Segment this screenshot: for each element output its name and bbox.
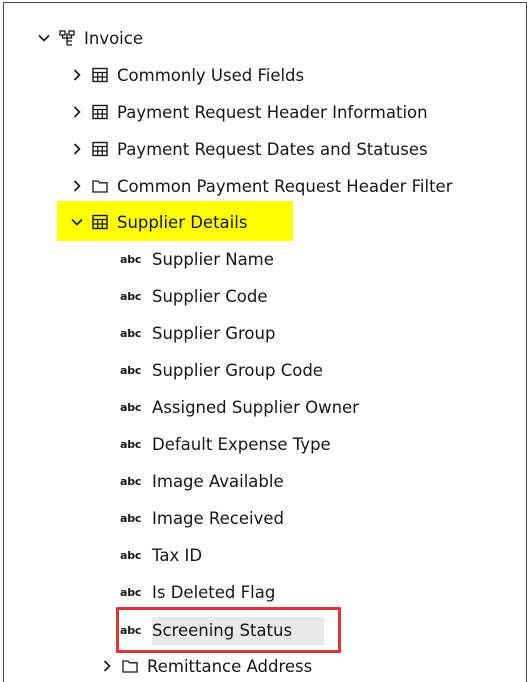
string-type-icon: abc	[120, 252, 142, 266]
tree-node-commonly-used-fields[interactable]: Commonly Used Fields	[70, 62, 304, 88]
tree-node-payment-request-header-information[interactable]: Payment Request Header Information	[70, 99, 428, 125]
tree-node-label: Common Payment Request Header Filter	[117, 176, 453, 196]
field-is-deleted-flag[interactable]: abc Is Deleted Flag	[120, 579, 275, 605]
string-type-icon: abc	[120, 326, 142, 340]
string-type-icon: abc	[120, 437, 142, 451]
chevron-down-icon[interactable]	[70, 215, 84, 229]
field-label: Image Received	[152, 508, 284, 528]
string-type-icon: abc	[120, 289, 142, 303]
tree-node-label: Remittance Address	[147, 656, 313, 676]
tree-node-invoice[interactable]: Invoice	[37, 25, 143, 51]
table-icon	[92, 104, 108, 120]
field-image-available[interactable]: abc Image Available	[120, 468, 284, 494]
field-label: Supplier Group	[152, 323, 276, 343]
string-type-icon: abc	[120, 400, 142, 414]
field-tax-id[interactable]: abc Tax ID	[120, 542, 202, 568]
string-type-icon: abc	[120, 511, 142, 525]
tree-node-common-payment-request-header-filter[interactable]: Common Payment Request Header Filter	[70, 173, 453, 199]
screening-status-highlight-box	[116, 607, 341, 653]
field-label: Is Deleted Flag	[152, 582, 276, 602]
string-type-icon: abc	[120, 474, 142, 488]
field-label: Assigned Supplier Owner	[152, 397, 359, 417]
field-label: Supplier Code	[152, 286, 268, 306]
string-type-icon: abc	[120, 585, 142, 599]
tree-node-label: Invoice	[84, 28, 143, 48]
tree-node-label: Payment Request Header Information	[117, 102, 428, 122]
tree-node-label: Supplier Details	[117, 212, 248, 232]
field-label: Tax ID	[152, 545, 203, 565]
field-supplier-code[interactable]: abc Supplier Code	[120, 283, 267, 309]
field-supplier-group-code[interactable]: abc Supplier Group Code	[120, 357, 323, 383]
data-tree-panel: Invoice Commonly Used Fields Payment Req…	[3, 2, 527, 682]
chevron-right-icon[interactable]	[100, 659, 114, 673]
folder-icon	[122, 658, 138, 674]
chevron-right-icon[interactable]	[70, 68, 84, 82]
chevron-down-icon[interactable]	[37, 31, 51, 45]
field-label: Default Expense Type	[152, 434, 331, 454]
table-icon	[92, 67, 108, 83]
chevron-right-icon[interactable]	[70, 105, 84, 119]
tree-node-supplier-details[interactable]: Supplier Details	[70, 209, 247, 235]
tree-node-label: Commonly Used Fields	[117, 65, 305, 85]
folder-icon	[92, 178, 108, 194]
field-label: Supplier Group Code	[152, 360, 323, 380]
table-icon	[92, 141, 108, 157]
hierarchy-icon	[59, 30, 75, 46]
string-type-icon: abc	[120, 548, 142, 562]
field-assigned-supplier-owner[interactable]: abc Assigned Supplier Owner	[120, 394, 359, 420]
chevron-right-icon[interactable]	[70, 142, 84, 156]
field-label: Supplier Name	[152, 249, 274, 269]
tree-node-payment-request-dates-and-statuses[interactable]: Payment Request Dates and Statuses	[70, 136, 428, 162]
table-icon	[92, 214, 108, 230]
field-label: Image Available	[152, 471, 284, 491]
field-supplier-group[interactable]: abc Supplier Group	[120, 320, 275, 346]
chevron-right-icon[interactable]	[70, 179, 84, 193]
field-image-received[interactable]: abc Image Received	[120, 505, 284, 531]
field-default-expense-type[interactable]: abc Default Expense Type	[120, 431, 331, 457]
string-type-icon: abc	[120, 363, 142, 377]
tree-node-remittance-address[interactable]: Remittance Address	[100, 653, 312, 679]
tree-node-label: Payment Request Dates and Statuses	[117, 139, 428, 159]
field-supplier-name[interactable]: abc Supplier Name	[120, 246, 274, 272]
